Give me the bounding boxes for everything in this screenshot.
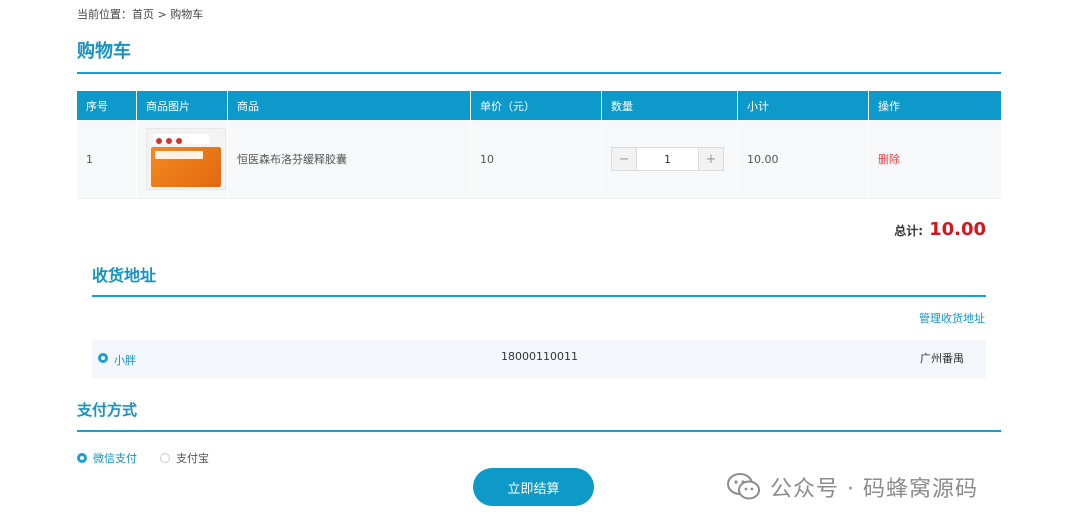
breadcrumb: 当前位置：首页 > 购物车 (77, 8, 204, 21)
product-image-cell (137, 120, 228, 198)
quantity-input[interactable]: 1 (636, 148, 699, 170)
total-label: 总计: (894, 224, 924, 238)
page-title: 购物车 (77, 41, 131, 62)
address-city: 广州番禺 (920, 352, 964, 365)
cart-total: 总计: 10.00 (894, 219, 986, 240)
cart-title-divider (77, 72, 1001, 74)
cart-table-header: 序号 商品图片 商品 单价（元） 数量 小计 操作 (77, 91, 1001, 120)
table-row: 1 恒医森布洛芬缓释胶囊 10 − 1 + 10.00 删除 (77, 120, 1001, 199)
unit-price: 10 (471, 120, 602, 198)
quantity-plus-button[interactable]: + (699, 148, 723, 170)
watermark: 公众号 · 码蜂窝源码 (726, 471, 978, 503)
radio-checked-icon[interactable] (98, 353, 108, 363)
cart-table: 序号 商品图片 商品 单价（元） 数量 小计 操作 1 恒医森布洛芬缓释胶囊 1… (77, 91, 1001, 199)
address-section-title: 收货地址 (92, 266, 157, 285)
address-title-divider (92, 295, 986, 297)
column-header-product: 商品 (228, 91, 471, 120)
payment-title-divider (77, 430, 1001, 432)
action-cell: 删除 (869, 120, 1001, 198)
payment-option-alipay[interactable]: 支付宝 (160, 450, 209, 466)
quantity-cell: − 1 + (602, 120, 738, 198)
address-phone: 18000110011 (501, 350, 578, 363)
watermark-text: 公众号 · 码蜂窝源码 (770, 477, 978, 502)
column-header-action: 操作 (878, 99, 900, 113)
row-index: 1 (77, 120, 137, 198)
checkout-button[interactable]: 立即结算 (473, 468, 594, 506)
total-value: 10.00 (929, 219, 986, 240)
quantity-minus-button[interactable]: − (612, 148, 636, 170)
payment-section-title: 支付方式 (77, 401, 138, 419)
radio-checked-icon[interactable] (77, 453, 87, 463)
product-image[interactable] (146, 128, 226, 190)
column-header-unit-price: 单价（元） (471, 91, 602, 120)
payment-option-label: 支付宝 (176, 452, 209, 465)
column-header-subtotal: 小计 (738, 91, 869, 120)
column-header-index: 序号 (77, 91, 137, 120)
address-name: 小胖 (114, 354, 136, 367)
delete-link[interactable]: 删除 (878, 151, 900, 167)
payment-option-label: 微信支付 (93, 452, 137, 465)
manage-address-link[interactable]: 管理收货地址 (919, 310, 985, 326)
column-header-image: 商品图片 (137, 91, 228, 120)
address-item[interactable]: 小胖 18000110011 广州番禺 (92, 340, 986, 378)
quantity-stepper: − 1 + (611, 147, 724, 171)
payment-option-wechat[interactable]: 微信支付 (77, 450, 137, 466)
radio-unchecked-icon[interactable] (160, 453, 170, 463)
column-header-quantity: 数量 (602, 91, 738, 120)
product-name[interactable]: 恒医森布洛芬缓释胶囊 (228, 120, 471, 198)
wechat-icon (727, 473, 760, 500)
subtotal: 10.00 (738, 120, 869, 198)
